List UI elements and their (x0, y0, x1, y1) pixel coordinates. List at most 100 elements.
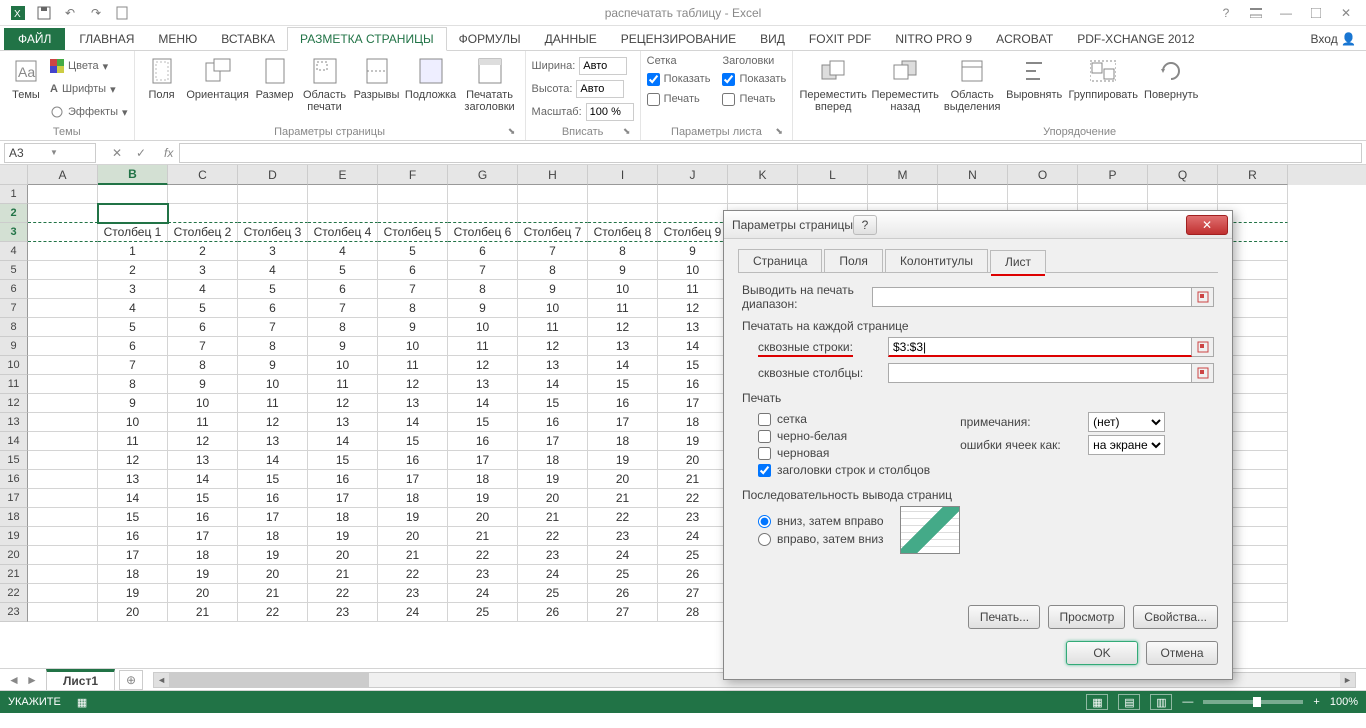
row-header[interactable]: 7 (0, 299, 28, 318)
cell[interactable] (868, 185, 938, 204)
cell[interactable] (28, 470, 98, 489)
margins-button[interactable]: Поля (141, 55, 183, 101)
cell[interactable]: 11 (518, 318, 588, 337)
group-button[interactable]: Группировать (1067, 55, 1139, 101)
cell[interactable] (28, 318, 98, 337)
cell[interactable] (28, 584, 98, 603)
column-header[interactable]: G (448, 165, 518, 185)
cell[interactable]: 17 (518, 432, 588, 451)
cell[interactable]: 7 (518, 242, 588, 261)
column-header[interactable]: E (308, 165, 378, 185)
cell[interactable]: 22 (238, 603, 308, 622)
cell[interactable]: 14 (518, 375, 588, 394)
row-header[interactable]: 5 (0, 261, 28, 280)
cell[interactable]: 18 (518, 451, 588, 470)
cell[interactable]: 16 (238, 489, 308, 508)
cell[interactable]: Столбец 9 (658, 223, 728, 242)
cell[interactable]: 12 (658, 299, 728, 318)
cell[interactable]: 6 (378, 261, 448, 280)
print-button[interactable]: Печать... (968, 605, 1040, 629)
ribbon-tab[interactable]: Меню (146, 28, 209, 50)
cell[interactable]: 14 (658, 337, 728, 356)
row-header[interactable]: 12 (0, 394, 28, 413)
cell[interactable]: 5 (98, 318, 168, 337)
normal-view-icon[interactable]: ▦ (1086, 694, 1108, 710)
cell[interactable]: 10 (168, 394, 238, 413)
cell[interactable]: 4 (308, 242, 378, 261)
cell[interactable]: 17 (658, 394, 728, 413)
cell[interactable] (728, 185, 798, 204)
signin-link[interactable]: Вход 👤 (1301, 28, 1366, 50)
headings-print-check[interactable] (722, 93, 735, 106)
row-header[interactable]: 2 (0, 204, 28, 223)
cell[interactable]: Столбец 7 (518, 223, 588, 242)
cols-input[interactable] (888, 363, 1192, 383)
column-header[interactable]: N (938, 165, 1008, 185)
cell[interactable]: 8 (588, 242, 658, 261)
row-header[interactable]: 19 (0, 527, 28, 546)
column-header[interactable]: C (168, 165, 238, 185)
cell[interactable]: 14 (378, 413, 448, 432)
ribbon-tab[interactable]: ВСТАВКА (209, 28, 287, 50)
row-header[interactable]: 21 (0, 565, 28, 584)
cell[interactable]: 14 (588, 356, 658, 375)
cell[interactable]: 7 (308, 299, 378, 318)
cell[interactable]: 27 (588, 603, 658, 622)
cell[interactable]: 14 (168, 470, 238, 489)
cell[interactable]: 16 (588, 394, 658, 413)
cell[interactable]: 18 (378, 489, 448, 508)
cancel-button[interactable]: Отмена (1146, 641, 1218, 665)
print-range-input[interactable] (872, 287, 1192, 307)
cols-picker-icon[interactable] (1192, 363, 1214, 383)
cell[interactable] (98, 185, 168, 204)
rows-picker-icon[interactable] (1192, 337, 1214, 357)
cell[interactable]: 17 (168, 527, 238, 546)
new-icon[interactable] (110, 2, 134, 24)
cell[interactable] (238, 185, 308, 204)
cell[interactable] (378, 185, 448, 204)
cell[interactable]: 16 (448, 432, 518, 451)
column-header[interactable]: P (1078, 165, 1148, 185)
cell[interactable]: 24 (588, 546, 658, 565)
cell[interactable] (308, 204, 378, 223)
cell[interactable]: 16 (308, 470, 378, 489)
cell[interactable]: 19 (518, 470, 588, 489)
cell[interactable]: 11 (588, 299, 658, 318)
sheet-tab[interactable]: Лист1 (46, 669, 115, 690)
cell[interactable]: 12 (98, 451, 168, 470)
cell[interactable]: 14 (308, 432, 378, 451)
zoom-value[interactable]: 100% (1330, 696, 1358, 708)
cell[interactable]: 8 (378, 299, 448, 318)
cell[interactable]: 23 (448, 565, 518, 584)
column-header[interactable]: D (238, 165, 308, 185)
cell[interactable]: 7 (238, 318, 308, 337)
cell[interactable]: 22 (658, 489, 728, 508)
cell[interactable]: 22 (588, 508, 658, 527)
column-header[interactable]: H (518, 165, 588, 185)
cell[interactable]: 15 (308, 451, 378, 470)
fx-icon[interactable]: fx (164, 146, 173, 160)
cell[interactable] (28, 451, 98, 470)
cell[interactable]: 19 (588, 451, 658, 470)
column-header[interactable]: A (28, 165, 98, 185)
colors-menu[interactable]: Цвета ▾ (50, 55, 128, 77)
sheet-nav-next[interactable]: ► (24, 673, 40, 687)
dialog-tab[interactable]: Лист (990, 250, 1046, 273)
cell[interactable]: 20 (238, 565, 308, 584)
ribbon-tab[interactable]: ACROBAT (984, 28, 1065, 50)
cell[interactable]: 3 (168, 261, 238, 280)
headers-check[interactable] (758, 464, 771, 477)
cell[interactable]: 25 (448, 603, 518, 622)
cell[interactable]: 20 (378, 527, 448, 546)
cell[interactable]: 14 (238, 451, 308, 470)
cell[interactable] (588, 185, 658, 204)
cell[interactable] (98, 204, 168, 223)
dialog-tab[interactable]: Поля (824, 249, 883, 272)
cell[interactable]: Столбец 1 (98, 223, 168, 242)
cell[interactable]: 10 (588, 280, 658, 299)
cell[interactable] (938, 185, 1008, 204)
cell[interactable]: 4 (168, 280, 238, 299)
help-icon[interactable]: ? (1212, 2, 1240, 24)
macro-record-icon[interactable]: ▦ (77, 696, 87, 709)
cancel-formula-icon[interactable]: ✕ (106, 143, 128, 163)
